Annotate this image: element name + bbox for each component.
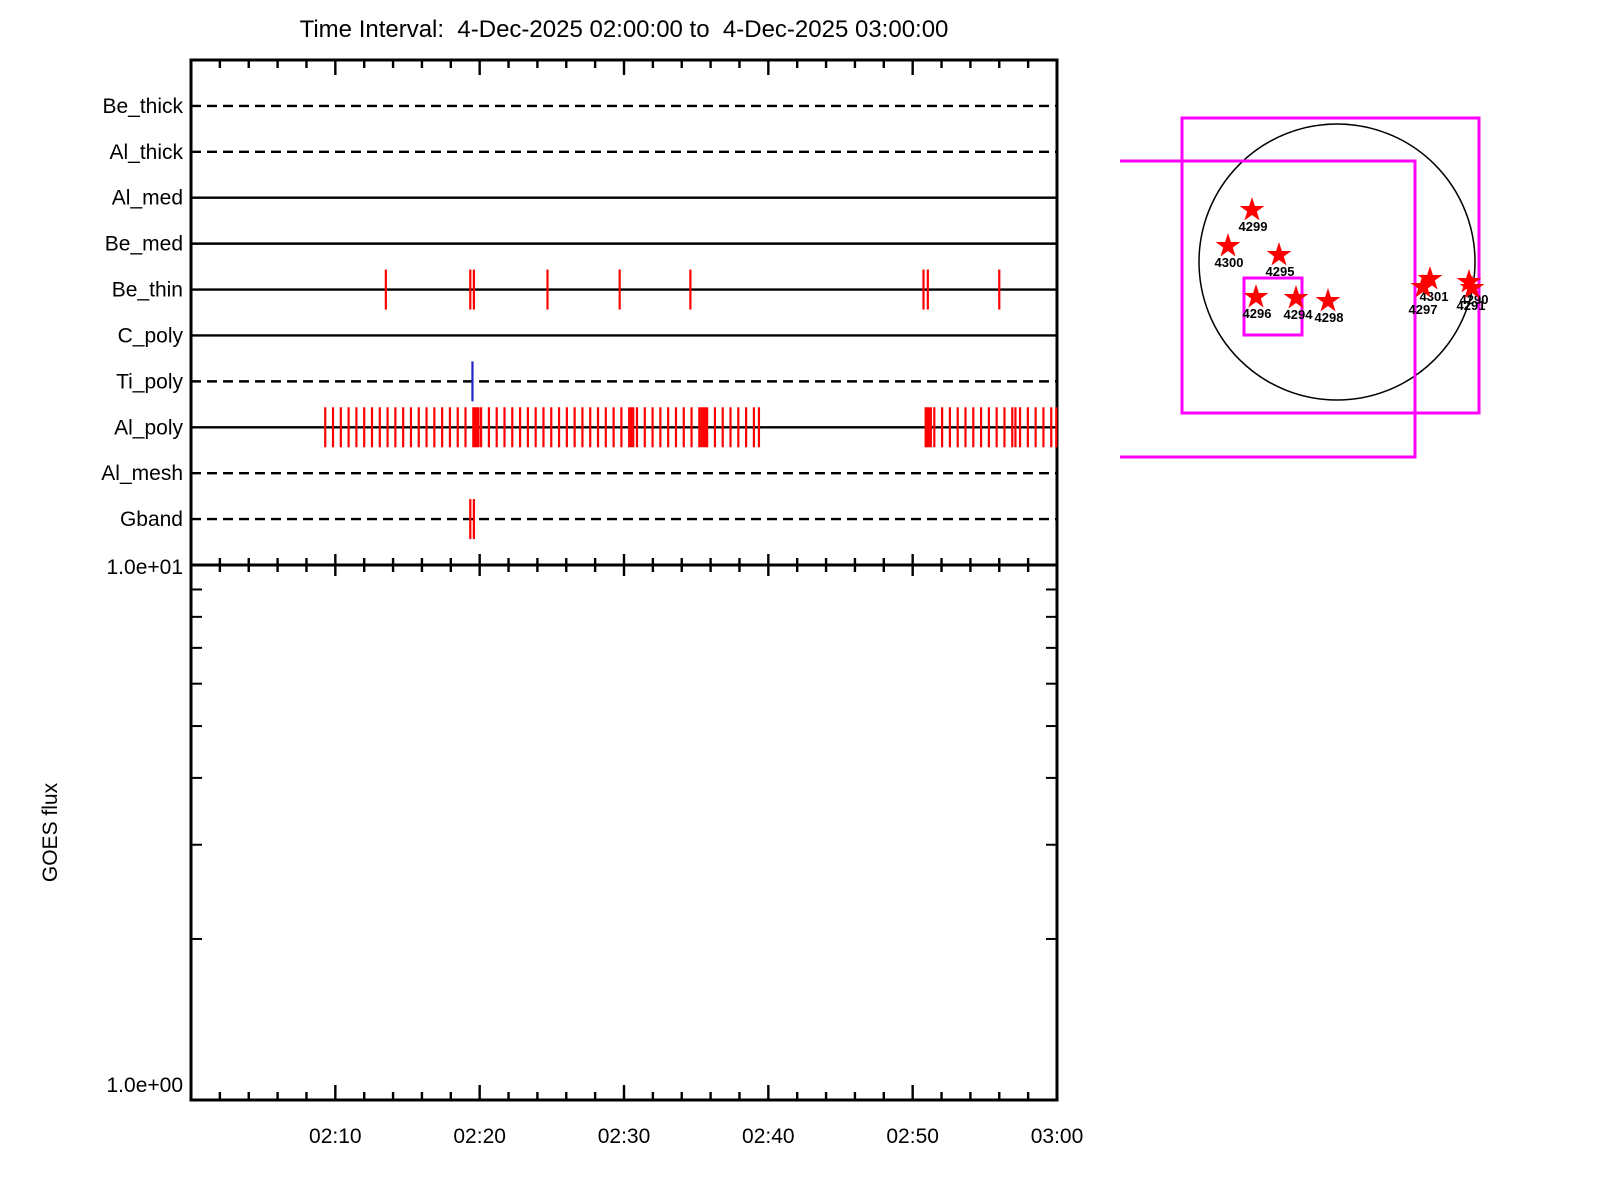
filter-row-Ti_poly: Ti_poly bbox=[116, 361, 1057, 402]
active-region-4299: 4299 bbox=[1239, 197, 1268, 234]
filter-row-Be_thick: Be_thick bbox=[102, 95, 1057, 118]
solar-disk-map: 4299430042954296 4294 42984301429742904291 bbox=[1120, 116, 1488, 459]
filter-row-Al_mesh: Al_mesh bbox=[101, 462, 1057, 485]
filter-label-C_poly: C_poly bbox=[118, 324, 184, 347]
active-region-4300: 4300 bbox=[1215, 233, 1244, 270]
filter-row-Al_poly: Al_poly bbox=[114, 407, 1058, 448]
ar-star-icon bbox=[1215, 233, 1241, 257]
y-axis-label-bottom: 1.0e+00 bbox=[107, 1074, 184, 1097]
goes-flux-axis-title: GOES flux bbox=[39, 782, 62, 882]
filter-label-Be_thin: Be_thin bbox=[112, 279, 183, 302]
filter-row-Al_thick: Al_thick bbox=[109, 141, 1057, 164]
filter-row-Be_med: Be_med bbox=[105, 233, 1057, 256]
ar-label-4291: 4291 bbox=[1457, 298, 1486, 313]
x-tick-label-02:20: 02:20 bbox=[453, 1125, 506, 1148]
filter-label-Gband: Gband bbox=[120, 508, 183, 531]
ar-star-icon bbox=[1315, 288, 1341, 312]
active-region-4298: 4298 bbox=[1315, 288, 1344, 325]
x-tick-label-02:10: 02:10 bbox=[309, 1125, 362, 1148]
active-region-4294: 4294 bbox=[1283, 285, 1314, 322]
ar-label-4296: 4296 bbox=[1243, 306, 1272, 321]
active-region-4295: 4295 bbox=[1266, 242, 1295, 279]
filter-row-Al_med: Al_med bbox=[112, 187, 1057, 210]
ar-label-4298: 4298 bbox=[1315, 310, 1344, 325]
ar-star-icon bbox=[1243, 284, 1269, 308]
ar-label-4299: 4299 bbox=[1239, 219, 1268, 234]
filter-row-Gband: Gband bbox=[120, 499, 1057, 540]
y-axis-label-top: 1.0e+01 bbox=[107, 556, 184, 579]
filter-label-Be_med: Be_med bbox=[105, 233, 183, 256]
goes-panel-border bbox=[189, 563, 1059, 1102]
filter-row-Be_thin: Be_thin bbox=[112, 269, 1057, 310]
goes-axis bbox=[191, 564, 1057, 1101]
ar-star-icon bbox=[1266, 242, 1292, 266]
ar-star-icon bbox=[1283, 285, 1309, 309]
ar-star-icon bbox=[1239, 197, 1265, 221]
filter-label-Be_thick: Be_thick bbox=[102, 95, 183, 118]
filter-label-Al_med: Al_med bbox=[112, 187, 183, 210]
filter-label-Ti_poly: Ti_poly bbox=[116, 370, 183, 393]
ar-label-4297: 4297 bbox=[1409, 302, 1438, 317]
ar-label-4300: 4300 bbox=[1215, 255, 1244, 270]
screenshot-root: Time Interval: 4-Dec-2025 02:00:00 to 4-… bbox=[0, 0, 1600, 1200]
x-tick-label-02:50: 02:50 bbox=[886, 1125, 939, 1148]
filter-rows: Be_thick Al_thick Al_med Be_med Be_thin C_pol… bbox=[101, 95, 1058, 540]
ar-label-4294: 4294 bbox=[1284, 307, 1314, 322]
filter-label-Al_thick: Al_thick bbox=[109, 141, 183, 164]
filter-label-Al_poly: Al_poly bbox=[114, 416, 183, 439]
panel-frames bbox=[189, 58, 1059, 1102]
x-tick-label-02:30: 02:30 bbox=[598, 1125, 651, 1148]
active-region-4296: 4296 bbox=[1243, 284, 1272, 321]
plot-canvas: Be_thick Al_thick Al_med Be_med Be_thin C_pol… bbox=[39, 58, 1488, 1148]
ar-label-4295: 4295 bbox=[1266, 264, 1295, 279]
filter-label-Al_mesh: Al_mesh bbox=[101, 462, 183, 485]
time-axis-ticks bbox=[218, 60, 1059, 1100]
x-tick-label-02:40: 02:40 bbox=[742, 1125, 795, 1148]
filter-panel-border bbox=[189, 58, 1059, 567]
x-tick-label-03:00: 03:00 bbox=[1031, 1125, 1084, 1148]
filter-row-C_poly: C_poly bbox=[118, 324, 1057, 347]
